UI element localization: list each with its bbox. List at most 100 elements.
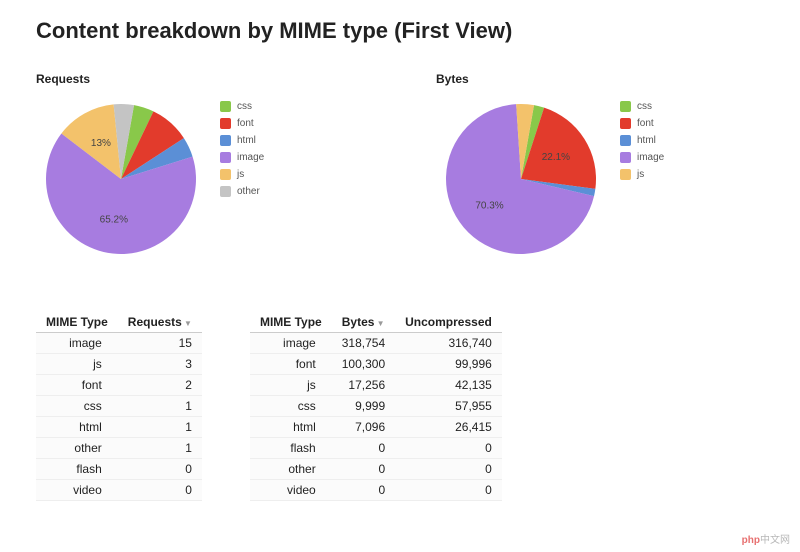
col-bytes[interactable]: Bytes bbox=[332, 312, 395, 333]
page-title: Content breakdown by MIME type (First Vi… bbox=[36, 18, 764, 44]
table-row: font 100,300 99,996 bbox=[250, 354, 502, 375]
cell-type: css bbox=[250, 396, 332, 417]
cell-type: css bbox=[36, 396, 118, 417]
slice-label-font: 22.1% bbox=[542, 152, 570, 163]
legend-item-js[interactable]: js bbox=[220, 166, 264, 183]
slice-label-js: 13% bbox=[91, 138, 111, 149]
col-mime-type[interactable]: MIME Type bbox=[250, 312, 332, 333]
cell-requests: 1 bbox=[118, 396, 202, 417]
cell-bytes: 17,256 bbox=[332, 375, 395, 396]
legend-item-css[interactable]: css bbox=[620, 98, 664, 115]
table-row: video 0 0 bbox=[250, 480, 502, 501]
legend-item-font[interactable]: font bbox=[620, 115, 664, 132]
legend-swatch-image bbox=[620, 152, 631, 163]
cell-requests: 0 bbox=[118, 480, 202, 501]
legend-swatch-html bbox=[220, 135, 231, 146]
col-requests[interactable]: Requests bbox=[118, 312, 202, 333]
legend-swatch-image bbox=[220, 152, 231, 163]
table-row: flash 0 bbox=[36, 459, 202, 480]
cell-type: font bbox=[250, 354, 332, 375]
legend-label: other bbox=[237, 183, 260, 200]
table-row: flash 0 0 bbox=[250, 438, 502, 459]
cell-type: flash bbox=[36, 459, 118, 480]
cell-requests: 3 bbox=[118, 354, 202, 375]
cell-bytes: 9,999 bbox=[332, 396, 395, 417]
cell-type: js bbox=[36, 354, 118, 375]
cell-uncompressed: 42,135 bbox=[395, 375, 502, 396]
bytes-chart-title: Bytes bbox=[436, 72, 776, 86]
cell-type: image bbox=[36, 333, 118, 354]
legend-item-html[interactable]: html bbox=[620, 132, 664, 149]
legend-swatch-css bbox=[620, 101, 631, 112]
watermark: php中文网 bbox=[742, 531, 790, 546]
cell-bytes: 318,754 bbox=[332, 333, 395, 354]
legend-swatch-font bbox=[620, 118, 631, 129]
legend-label: html bbox=[637, 132, 656, 149]
requests-legend: cssfonthtmlimagejsother bbox=[220, 98, 264, 200]
legend-label: font bbox=[237, 115, 254, 132]
cell-uncompressed: 26,415 bbox=[395, 417, 502, 438]
table-row: js 17,256 42,135 bbox=[250, 375, 502, 396]
cell-requests: 15 bbox=[118, 333, 202, 354]
bytes-pie-chart: 22.1% 70.3% bbox=[436, 92, 606, 262]
cell-type: html bbox=[36, 417, 118, 438]
table-row: video 0 bbox=[36, 480, 202, 501]
legend-item-image[interactable]: image bbox=[620, 149, 664, 166]
bytes-legend: cssfonthtmlimagejs bbox=[620, 98, 664, 183]
cell-type: other bbox=[36, 438, 118, 459]
cell-requests: 1 bbox=[118, 417, 202, 438]
cell-uncompressed: 0 bbox=[395, 480, 502, 501]
legend-label: css bbox=[237, 98, 252, 115]
cell-bytes: 0 bbox=[332, 480, 395, 501]
cell-bytes: 100,300 bbox=[332, 354, 395, 375]
col-mime-type[interactable]: MIME Type bbox=[36, 312, 118, 333]
legend-swatch-js bbox=[620, 169, 631, 180]
bytes-table: MIME Type Bytes Uncompressed image 318,7… bbox=[250, 312, 502, 501]
col-uncompressed[interactable]: Uncompressed bbox=[395, 312, 502, 333]
cell-type: other bbox=[250, 459, 332, 480]
slice-label-image: 65.2% bbox=[100, 215, 128, 226]
legend-item-other[interactable]: other bbox=[220, 183, 264, 200]
legend-label: css bbox=[637, 98, 652, 115]
cell-type: flash bbox=[250, 438, 332, 459]
legend-label: image bbox=[637, 149, 664, 166]
cell-type: font bbox=[36, 375, 118, 396]
legend-swatch-other bbox=[220, 186, 231, 197]
cell-type: image bbox=[250, 333, 332, 354]
cell-bytes: 0 bbox=[332, 459, 395, 480]
cell-requests: 1 bbox=[118, 438, 202, 459]
requests-table: MIME Type Requests image 15js 3font 2css… bbox=[36, 312, 202, 501]
table-row: js 3 bbox=[36, 354, 202, 375]
cell-bytes: 7,096 bbox=[332, 417, 395, 438]
cell-uncompressed: 99,996 bbox=[395, 354, 502, 375]
requests-pie-chart: 65.2% 13% bbox=[36, 92, 206, 262]
cell-type: js bbox=[250, 375, 332, 396]
legend-label: html bbox=[237, 132, 256, 149]
legend-item-font[interactable]: font bbox=[220, 115, 264, 132]
legend-label: js bbox=[637, 166, 644, 183]
legend-swatch-font bbox=[220, 118, 231, 129]
cell-type: video bbox=[36, 480, 118, 501]
table-row: html 1 bbox=[36, 417, 202, 438]
legend-item-js[interactable]: js bbox=[620, 166, 664, 183]
table-row: html 7,096 26,415 bbox=[250, 417, 502, 438]
slice-label-image: 70.3% bbox=[475, 201, 503, 212]
legend-swatch-html bbox=[620, 135, 631, 146]
cell-type: video bbox=[250, 480, 332, 501]
legend-item-css[interactable]: css bbox=[220, 98, 264, 115]
legend-swatch-css bbox=[220, 101, 231, 112]
table-row: image 15 bbox=[36, 333, 202, 354]
legend-item-image[interactable]: image bbox=[220, 149, 264, 166]
cell-type: html bbox=[250, 417, 332, 438]
legend-item-html[interactable]: html bbox=[220, 132, 264, 149]
cell-uncompressed: 0 bbox=[395, 438, 502, 459]
cell-uncompressed: 0 bbox=[395, 459, 502, 480]
table-row: other 1 bbox=[36, 438, 202, 459]
requests-panel: Requests 65.2%13% cssfonthtmlimagejsothe… bbox=[36, 72, 376, 262]
legend-label: js bbox=[237, 166, 244, 183]
cell-requests: 0 bbox=[118, 459, 202, 480]
bytes-panel: Bytes 22.1% 70.3% cssfonthtmlimagejs bbox=[436, 72, 776, 262]
cell-bytes: 0 bbox=[332, 438, 395, 459]
cell-uncompressed: 57,955 bbox=[395, 396, 502, 417]
cell-uncompressed: 316,740 bbox=[395, 333, 502, 354]
